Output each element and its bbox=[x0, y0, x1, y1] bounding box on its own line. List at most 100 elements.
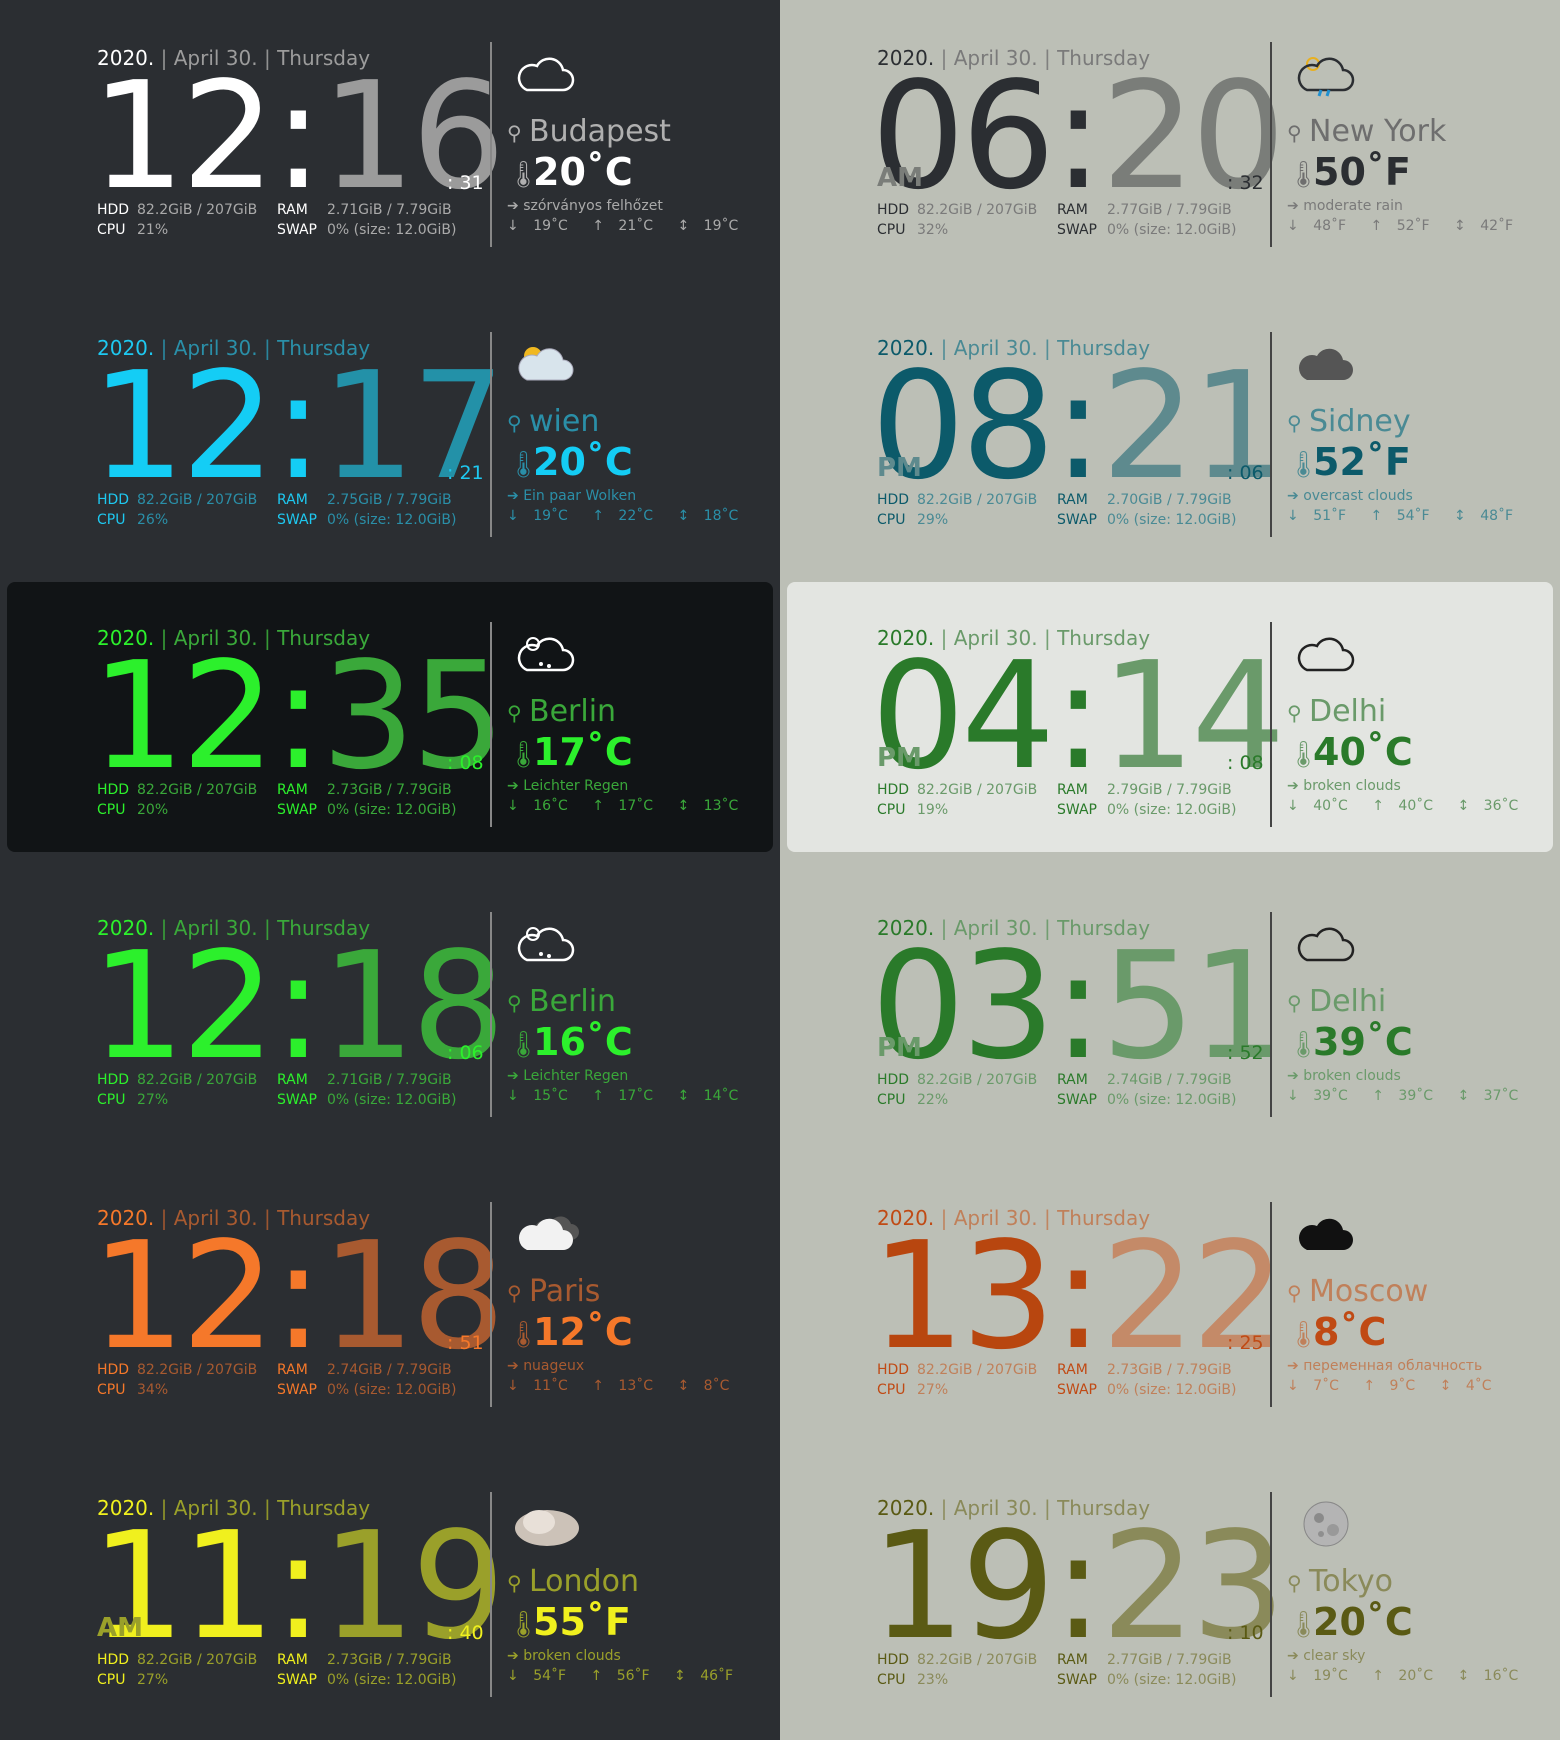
arrow-up-icon: ↑ bbox=[592, 798, 604, 814]
ram-value: 2.73GiB / 7.79GiB bbox=[327, 1652, 452, 1668]
feels-like-icon: ↕ bbox=[1457, 1088, 1470, 1104]
feels-like-temp: ↕ 18˚C bbox=[677, 508, 748, 524]
min-temp-value: 51˚F bbox=[1313, 508, 1347, 524]
feels-like-value: 13˚C bbox=[703, 798, 739, 814]
arrow-right-icon: ➔ bbox=[1287, 778, 1304, 794]
cpu-value: 27% bbox=[917, 1382, 949, 1398]
vertical-divider bbox=[490, 42, 492, 247]
arrow-right-icon: ➔ bbox=[507, 488, 524, 504]
widget-content: 2020. | April 30. | Thursday 12:16 : 31 … bbox=[91, 0, 739, 290]
city-name: Moscow bbox=[1309, 1274, 1429, 1309]
swap-label: SWAP bbox=[277, 1382, 317, 1398]
min-temp-value: 54˚F bbox=[533, 1668, 567, 1684]
ram-label: RAM bbox=[1057, 1362, 1088, 1378]
min-temp: ↓ 15˚C bbox=[507, 1088, 578, 1104]
arrow-right-icon: ➔ bbox=[507, 1648, 524, 1664]
clock-seconds: : 08 bbox=[447, 752, 484, 774]
location-pin-icon: ⚲ bbox=[507, 1570, 522, 1595]
thermometer-icon: 🌡 bbox=[507, 159, 541, 190]
clock-hours: 12 bbox=[91, 340, 275, 512]
min-temp: ↓ 40˚C bbox=[1287, 798, 1358, 814]
ram-value: 2.71GiB / 7.79GiB bbox=[327, 202, 452, 218]
cpu-label: CPU bbox=[877, 512, 906, 528]
system-stats: HDD 82.2GiB / 207GiB RAM 2.77GiB / 7.79GiB … bbox=[877, 200, 1247, 240]
feels-like-icon: ↕ bbox=[1454, 218, 1466, 234]
hdd-value: 82.2GiB / 207GiB bbox=[917, 1072, 1038, 1088]
ram-value: 2.73GiB / 7.79GiB bbox=[1107, 1362, 1232, 1378]
widget-content: 2020. | April 30. | Thursday 12:17 : 21 … bbox=[91, 290, 738, 580]
ram-label: RAM bbox=[1057, 782, 1088, 798]
vertical-divider bbox=[490, 1202, 492, 1407]
clock-seconds: : 51 bbox=[447, 1332, 484, 1354]
min-temp: ↓ 11˚C bbox=[507, 1378, 578, 1394]
feels-like-temp: ↕ 48˚F bbox=[1454, 508, 1523, 524]
swap-value: 0% (size: 12.0GiB) bbox=[1107, 1382, 1237, 1398]
system-stats: HDD 82.2GiB / 207GiB RAM 2.74GiB / 7.79GiB … bbox=[877, 1070, 1247, 1110]
ram-label: RAM bbox=[1057, 492, 1088, 508]
vertical-divider bbox=[1270, 1492, 1272, 1697]
ram-value: 2.79GiB / 7.79GiB bbox=[1107, 782, 1232, 798]
city-name: Sidney bbox=[1309, 404, 1411, 439]
temperature-value: 39˚C bbox=[1313, 1020, 1413, 1064]
arrow-down-icon: ↓ bbox=[507, 508, 519, 524]
clock-hours: 12 bbox=[91, 920, 275, 1092]
feels-like-icon: ↕ bbox=[677, 218, 690, 234]
description-text: broken clouds bbox=[1303, 778, 1401, 794]
swap-label: SWAP bbox=[1057, 1672, 1097, 1688]
clock-colon: : bbox=[273, 630, 323, 802]
widget-content: 2020. | April 30. | Thursday 12:18 : 06 … bbox=[91, 870, 738, 1160]
arrow-up-icon: ↑ bbox=[1370, 218, 1383, 234]
temperature-value: 12˚C bbox=[533, 1310, 633, 1354]
cpu-value: 23% bbox=[917, 1672, 949, 1688]
feels-like-icon: ↕ bbox=[677, 1378, 690, 1394]
max-temp: ↑ 9˚C bbox=[1363, 1378, 1425, 1394]
arrow-down-icon: ↓ bbox=[507, 218, 519, 234]
weather-city: ⚲ Moscow bbox=[1287, 1274, 1428, 1309]
system-stats: HDD 82.2GiB / 207GiB RAM 2.70GiB / 7.79GiB … bbox=[877, 490, 1247, 530]
swap-value: 0% (size: 12.0GiB) bbox=[327, 222, 457, 238]
clock-hours: 12 bbox=[91, 50, 275, 222]
sun-rain-outline-icon bbox=[511, 630, 581, 678]
clock-time: 13:22 bbox=[871, 1222, 1286, 1370]
clock-colon: : bbox=[273, 50, 323, 222]
weather-description: ➔ Leichter Regen bbox=[507, 1068, 628, 1084]
swap-value: 0% (size: 12.0GiB) bbox=[327, 802, 457, 818]
feels-like-value: 16˚C bbox=[1483, 1668, 1519, 1684]
weather-panel: ⚲ Moscow 🌡8˚C ➔ переменная облачность ↓ 7… bbox=[1287, 1160, 1527, 1450]
clock-widget: 2020. | April 30. | Thursday 11:19 AM : … bbox=[0, 1450, 780, 1740]
clock-ampm: PM bbox=[877, 453, 922, 483]
feels-like-icon: ↕ bbox=[677, 1088, 690, 1104]
vertical-divider bbox=[1270, 42, 1272, 247]
system-stats: HDD 82.2GiB / 207GiB RAM 2.73GiB / 7.79GiB … bbox=[97, 780, 467, 820]
max-temp: ↑ 13˚C bbox=[592, 1378, 663, 1394]
system-stats: HDD 82.2GiB / 207GiB RAM 2.74GiB / 7.79GiB … bbox=[97, 1360, 467, 1400]
max-temp-value: 13˚C bbox=[618, 1378, 654, 1394]
max-temp: ↑ 20˚C bbox=[1372, 1668, 1443, 1684]
cpu-value: 22% bbox=[917, 1092, 949, 1108]
feels-like-value: 8˚C bbox=[703, 1378, 730, 1394]
weather-description: ➔ overcast clouds bbox=[1287, 488, 1413, 504]
feels-like-value: 19˚C bbox=[703, 218, 739, 234]
swap-label: SWAP bbox=[277, 512, 317, 528]
clock-widget: 2020. | April 30. | Thursday 19:23 : 10 … bbox=[780, 1450, 1560, 1740]
max-temp: ↑ 17˚C bbox=[592, 798, 663, 814]
feels-like-value: 46˚F bbox=[700, 1668, 734, 1684]
location-pin-icon: ⚲ bbox=[507, 1280, 522, 1305]
clock-seconds: : 52 bbox=[1227, 1042, 1264, 1064]
cloud-dark-outline-icon bbox=[1291, 920, 1361, 968]
ram-value: 2.75GiB / 7.79GiB bbox=[327, 492, 452, 508]
thermometer-icon: 🌡 bbox=[507, 449, 541, 480]
cpu-label: CPU bbox=[877, 1092, 906, 1108]
cpu-value: 34% bbox=[137, 1382, 169, 1398]
clock-time: 12:18 bbox=[91, 1222, 506, 1370]
feels-like-icon: ↕ bbox=[674, 1668, 686, 1684]
clock-ampm: PM bbox=[877, 1033, 922, 1063]
swap-value: 0% (size: 12.0GiB) bbox=[1107, 222, 1237, 238]
location-pin-icon: ⚲ bbox=[507, 700, 522, 725]
feels-like-value: 48˚F bbox=[1480, 508, 1514, 524]
feels-like-temp: ↕ 36˚C bbox=[1457, 798, 1528, 814]
weather-city: ⚲ London bbox=[507, 1564, 639, 1599]
city-name: Paris bbox=[529, 1274, 601, 1309]
weather-temperature: 🌡17˚C bbox=[507, 730, 633, 774]
cpu-label: CPU bbox=[97, 1382, 126, 1398]
